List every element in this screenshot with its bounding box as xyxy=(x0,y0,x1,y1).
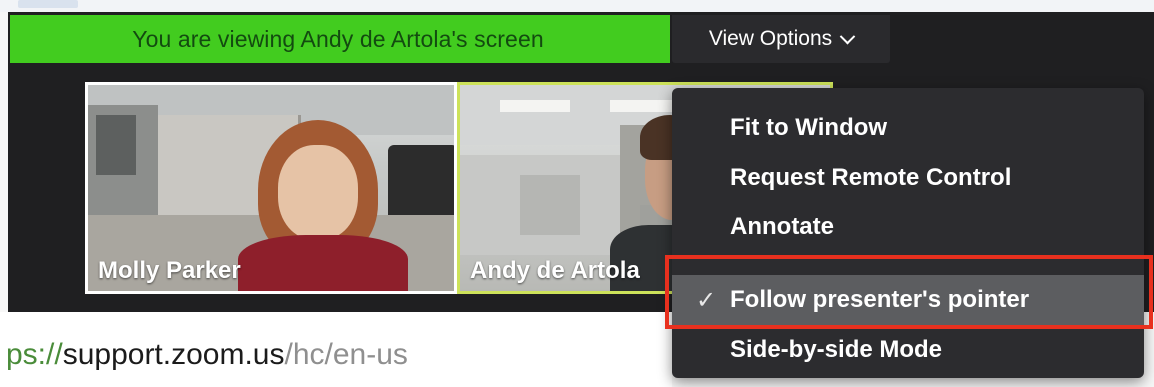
menu-item-label: Annotate xyxy=(730,213,834,240)
screen-share-viewer: You are viewing Andy de Artola's screen … xyxy=(0,0,1154,387)
menu-item-annotate[interactable]: Annotate xyxy=(672,202,1144,252)
video-tile-molly-parker[interactable]: Molly Parker xyxy=(85,82,457,294)
menu-item-label: Side-by-side Mode xyxy=(730,336,943,363)
url-path: /hc/en-us xyxy=(284,337,408,371)
participant-name-andy-de-artola: Andy de Artola xyxy=(470,257,640,284)
chevron-down-icon xyxy=(839,28,856,44)
menu-item-request-remote-control[interactable]: Request Remote Control xyxy=(672,153,1144,203)
menu-item-label: Fit to Window xyxy=(730,114,888,141)
menu-item-side-by-side-mode[interactable]: Side-by-side Mode xyxy=(672,325,1144,375)
window-edge-mark xyxy=(18,0,78,8)
checkmark-icon: ✓ xyxy=(696,286,717,314)
menu-item-label: Request Remote Control xyxy=(730,164,1012,191)
menu-item-fit-to-window[interactable]: Fit to Window xyxy=(672,103,1144,153)
view-options-label: View Options xyxy=(708,27,833,50)
screen-share-banner-text: You are viewing Andy de Artola's screen xyxy=(132,25,544,52)
page-url-display: ps://support.zoom.us/hc/en-us xyxy=(0,312,672,387)
url-scheme: ps:// xyxy=(6,337,63,371)
view-options-menu: Fit to Window Request Remote Control Ann… xyxy=(672,88,1144,378)
url-host: support.zoom.us xyxy=(62,337,285,371)
menu-item-follow-presenters-pointer[interactable]: ✓ Follow presenter's pointer xyxy=(672,275,1144,325)
screen-share-banner: You are viewing Andy de Artola's screen xyxy=(10,15,670,63)
menu-item-label: Follow presenter's pointer xyxy=(730,286,1030,313)
page-url[interactable]: ps://support.zoom.us/hc/en-us xyxy=(6,338,408,372)
view-options-button[interactable]: View Options xyxy=(672,15,890,63)
participant-name-molly-parker: Molly Parker xyxy=(98,257,241,284)
window-top-edge xyxy=(0,0,1154,12)
